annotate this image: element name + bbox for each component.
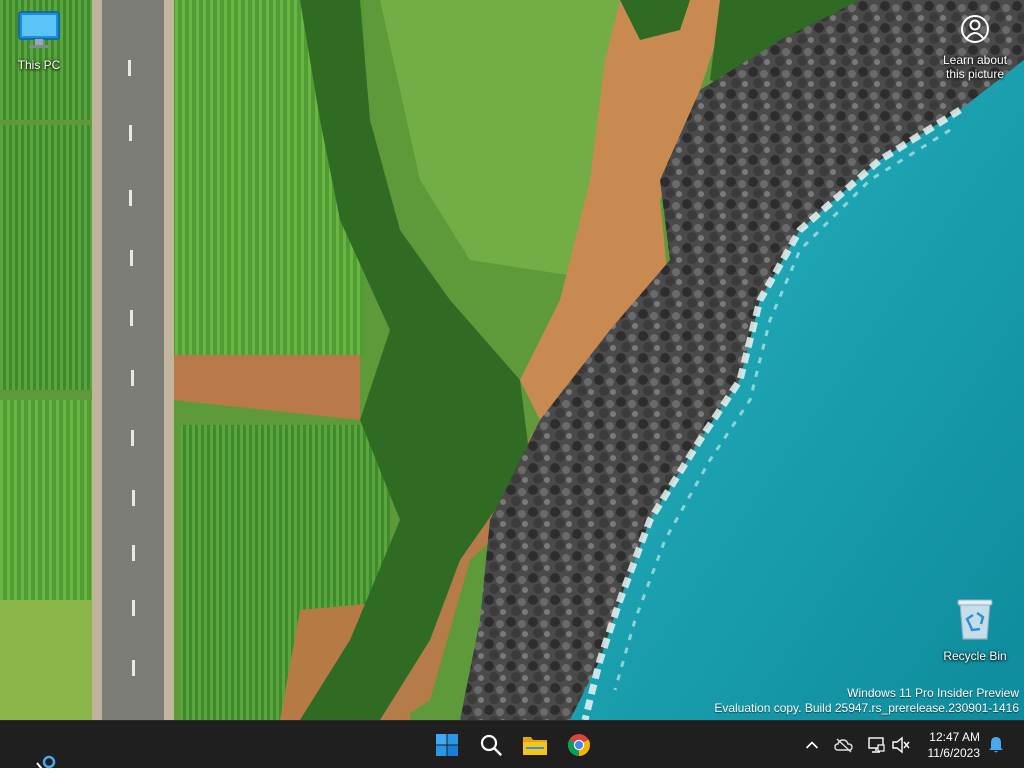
chrome-button[interactable] — [559, 725, 599, 765]
camera-person-icon — [930, 14, 1020, 49]
network-tray-button[interactable] — [864, 733, 888, 757]
learn-about-label-line1: Learn about — [942, 53, 1008, 67]
widgets-button[interactable] — [34, 753, 58, 770]
chevron-up-icon — [805, 741, 819, 749]
watermark-build: Evaluation copy. Build 25947.rs_prerelea… — [714, 701, 1019, 715]
start-button[interactable] — [427, 725, 467, 765]
onedrive-tray-button[interactable] — [832, 733, 856, 757]
file-explorer-button[interactable] — [515, 725, 555, 765]
onedrive-offline-icon — [834, 738, 853, 753]
desktop-icon-recycle-bin[interactable]: Recycle Bin — [937, 597, 1013, 663]
desktop-wallpaper — [0, 0, 1024, 720]
desktop-icon-label: Recycle Bin — [943, 649, 1007, 663]
taskbar: 12:47 AM 11/6/2023 — [0, 720, 1024, 770]
taskbar-clock[interactable]: 12:47 AM 11/6/2023 — [928, 729, 981, 761]
clock-time: 12:47 AM — [929, 730, 980, 744]
volume-muted-icon — [892, 736, 910, 754]
show-hidden-icons-button[interactable] — [800, 733, 824, 757]
network-icon — [868, 737, 885, 753]
windows-logo-icon — [436, 734, 458, 756]
search-icon — [480, 734, 502, 756]
clock-date: 11/6/2023 — [927, 746, 981, 760]
chrome-icon — [568, 734, 590, 756]
search-button[interactable] — [471, 725, 511, 765]
recycle-bin-icon — [937, 597, 1013, 646]
widgets-icon — [36, 755, 56, 770]
build-watermark: Windows 11 Pro Insider Preview Evaluatio… — [714, 686, 1019, 716]
notification-center-button[interactable] — [984, 733, 1008, 757]
desktop-icon-this-pc[interactable]: This PC — [1, 10, 77, 72]
watermark-edition: Windows 11 Pro Insider Preview — [847, 686, 1019, 700]
notification-bell-icon — [989, 737, 1003, 753]
learn-about-picture-button[interactable]: Learn about this picture — [930, 14, 1020, 81]
monitor-icon — [1, 10, 77, 55]
learn-about-label-line2: this picture — [945, 67, 1005, 81]
volume-tray-button[interactable] — [889, 733, 913, 757]
desktop-icon-label: This PC — [17, 58, 61, 72]
folder-icon — [523, 737, 547, 755]
